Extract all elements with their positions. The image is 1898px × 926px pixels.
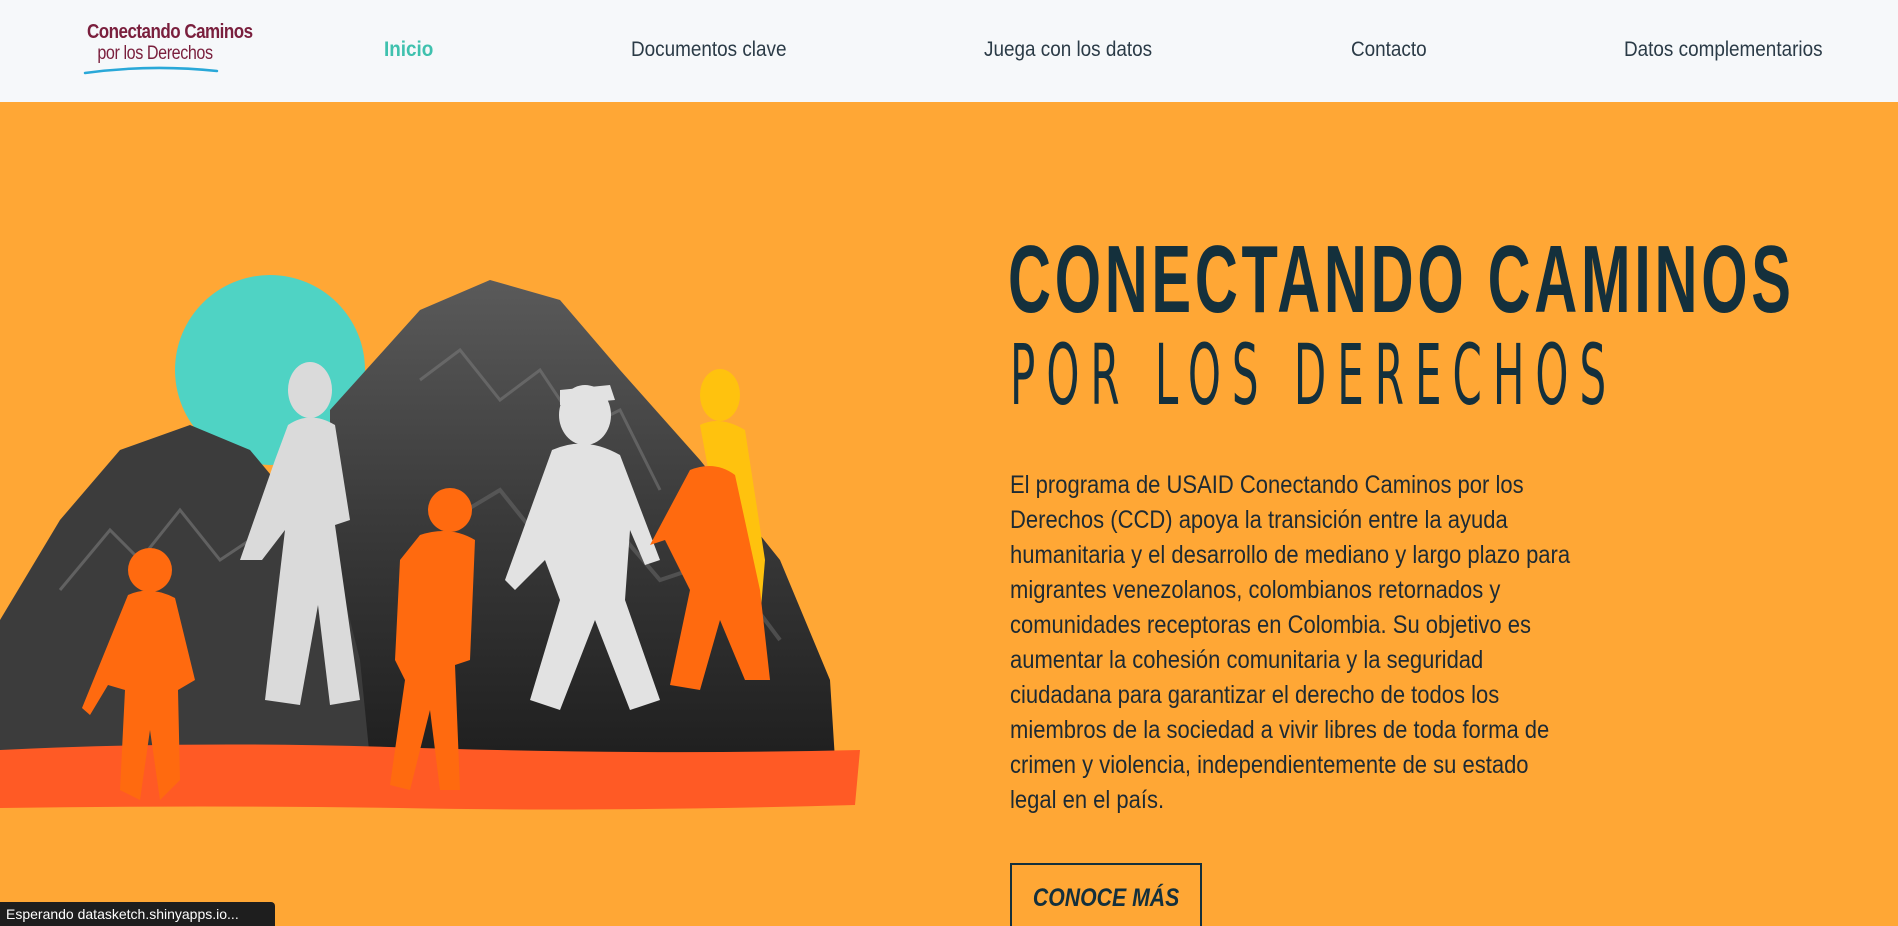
nav-inicio[interactable]: Inicio [384, 36, 433, 64]
browser-status-bar: Esperando datasketch.shinyapps.io... [0, 902, 275, 926]
nav-contacto[interactable]: Contacto [1351, 36, 1427, 64]
hero-title-line-1: CONECTANDO CAMINOS [1008, 226, 1795, 333]
site-logo[interactable]: Conectando Caminos por los Derechos [75, 20, 253, 82]
hero-description: El programa de USAID Conectando Caminos … [1010, 471, 1571, 814]
logo-line-1: Conectando Caminos [87, 21, 253, 43]
conoce-mas-button[interactable]: CONOCE MÁS [1010, 863, 1202, 926]
hero-illustration [0, 275, 860, 810]
nav-documentos-clave[interactable]: Documentos clave [631, 36, 786, 64]
hero-title-line-2: POR LOS DERECHOS [1010, 326, 1618, 424]
logo-swoosh-icon [83, 66, 219, 75]
logo-line-2: por los Derechos [97, 43, 213, 64]
conoce-mas-label: CONOCE MÁS [1032, 883, 1180, 912]
nav-datos-complementarios[interactable]: Datos complementarios [1624, 36, 1823, 64]
top-navbar: Conectando Caminos por los Derechos Inic… [0, 0, 1898, 102]
nav-juega-con-los-datos[interactable]: Juega con los datos [984, 36, 1152, 64]
